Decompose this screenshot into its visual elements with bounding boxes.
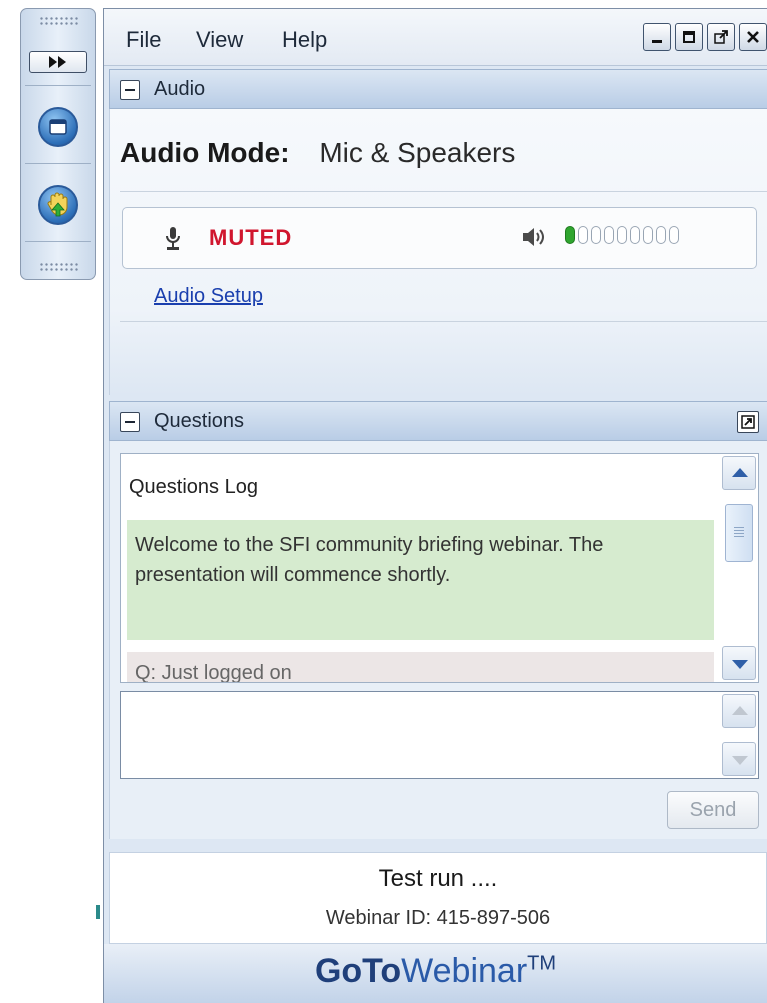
menu-view[interactable]: View [196,27,243,53]
brand-part-2: Webinar [401,952,528,990]
collapse-questions-button[interactable] [120,412,140,432]
collapse-audio-button[interactable] [120,80,140,100]
mic-muted-status: MUTED [209,225,293,250]
trademark: TM [527,952,557,975]
minimize-button[interactable] [643,23,671,51]
close-button[interactable] [739,23,767,51]
list-item: Q: Just logged on [127,652,714,682]
popout-button[interactable] [707,23,735,51]
speaker-icon[interactable] [521,225,549,249]
volume-level-dot [617,226,627,244]
volume-level-dot [578,226,588,244]
question-input-box [120,691,759,779]
volume-level-dot [643,226,653,244]
window-controls [643,23,767,51]
scroll-down-button[interactable] [722,646,756,680]
session-info: Test run .... Webinar ID: 415-897-506 [109,852,767,944]
audio-panel: Audio Mode: Mic & Speakers MUTED Audio S… [109,109,767,395]
send-button[interactable]: Send [667,791,759,829]
scroll-up-button[interactable] [722,694,756,728]
maximize-icon [683,31,695,43]
webinar-id: Webinar ID: 415-897-506 [325,907,551,929]
questions-log-title: Questions Log [129,476,258,498]
divider [25,85,91,86]
questions-log: Questions Log Welcome to the SFI communi… [120,453,759,683]
microphone-icon[interactable] [163,226,183,252]
list-item: Welcome to the SFI community briefing we… [127,520,714,640]
chevron-up-icon [732,468,748,477]
volume-level-dot-active [565,226,575,244]
chevron-down-icon [732,756,748,765]
divider [120,191,767,192]
volume-level-dot [630,226,640,244]
audio-panel-header: Audio [109,69,767,109]
raise-hand-button[interactable] [38,185,78,225]
volume-level-dot [604,226,614,244]
question-input[interactable] [127,696,718,774]
gotowebinar-window: File View Help Audio Audio Mode: Mic & S… [103,8,767,1003]
gotowebinar-logo: GoToWebinarTM [104,952,767,991]
divider [25,163,91,164]
divider [25,241,91,242]
show-screen-button[interactable] [38,107,78,147]
chevron-up-icon [732,706,748,715]
questions-panel: Questions Log Welcome to the SFI communi… [109,441,767,839]
drag-grip-bottom[interactable] [39,262,79,272]
edge-mark [96,905,100,919]
menu-help[interactable]: Help [282,27,327,53]
menu-bar: File View Help [104,9,767,66]
close-icon [747,31,759,43]
screen-icon [49,119,67,135]
minimize-icon [652,40,662,43]
audio-mode-value[interactable]: Mic & Speakers [319,137,515,168]
popout-questions-button[interactable] [737,411,759,433]
audio-panel-title: Audio [154,78,206,100]
volume-level-dot [591,226,601,244]
popout-icon [741,415,755,429]
session-title: Test run .... [378,865,498,892]
audio-status-box: MUTED [122,207,757,269]
scroll-up-button[interactable] [722,456,756,490]
popout-icon [714,30,728,44]
questions-log-scrollbar[interactable] [722,456,756,680]
menu-file[interactable]: File [126,27,161,53]
drag-grip-top[interactable] [39,16,79,26]
questions-panel-header: Questions [109,401,767,441]
volume-level-dot [656,226,666,244]
raise-hand-icon [47,192,68,217]
chevron-down-icon [732,660,748,669]
expand-control-panel-button[interactable] [29,51,87,73]
audio-setup-link[interactable]: Audio Setup [154,285,263,308]
audio-mode-label: Audio Mode: [120,137,290,168]
divider [120,321,767,322]
brand-bar: GoToWebinarTM [104,944,767,1003]
scroll-thumb[interactable] [725,504,753,562]
audio-mode: Audio Mode: Mic & Speakers [120,137,515,169]
control-bar [20,8,96,280]
scroll-down-button[interactable] [722,742,756,776]
fast-forward-icon [49,56,66,68]
maximize-button[interactable] [675,23,703,51]
brand-part-1: GoTo [314,952,402,990]
questions-panel-title: Questions [154,410,245,432]
question-input-scrollbar[interactable] [722,694,756,776]
volume-level-dot [669,226,679,244]
speaker-volume-meter [565,226,679,244]
